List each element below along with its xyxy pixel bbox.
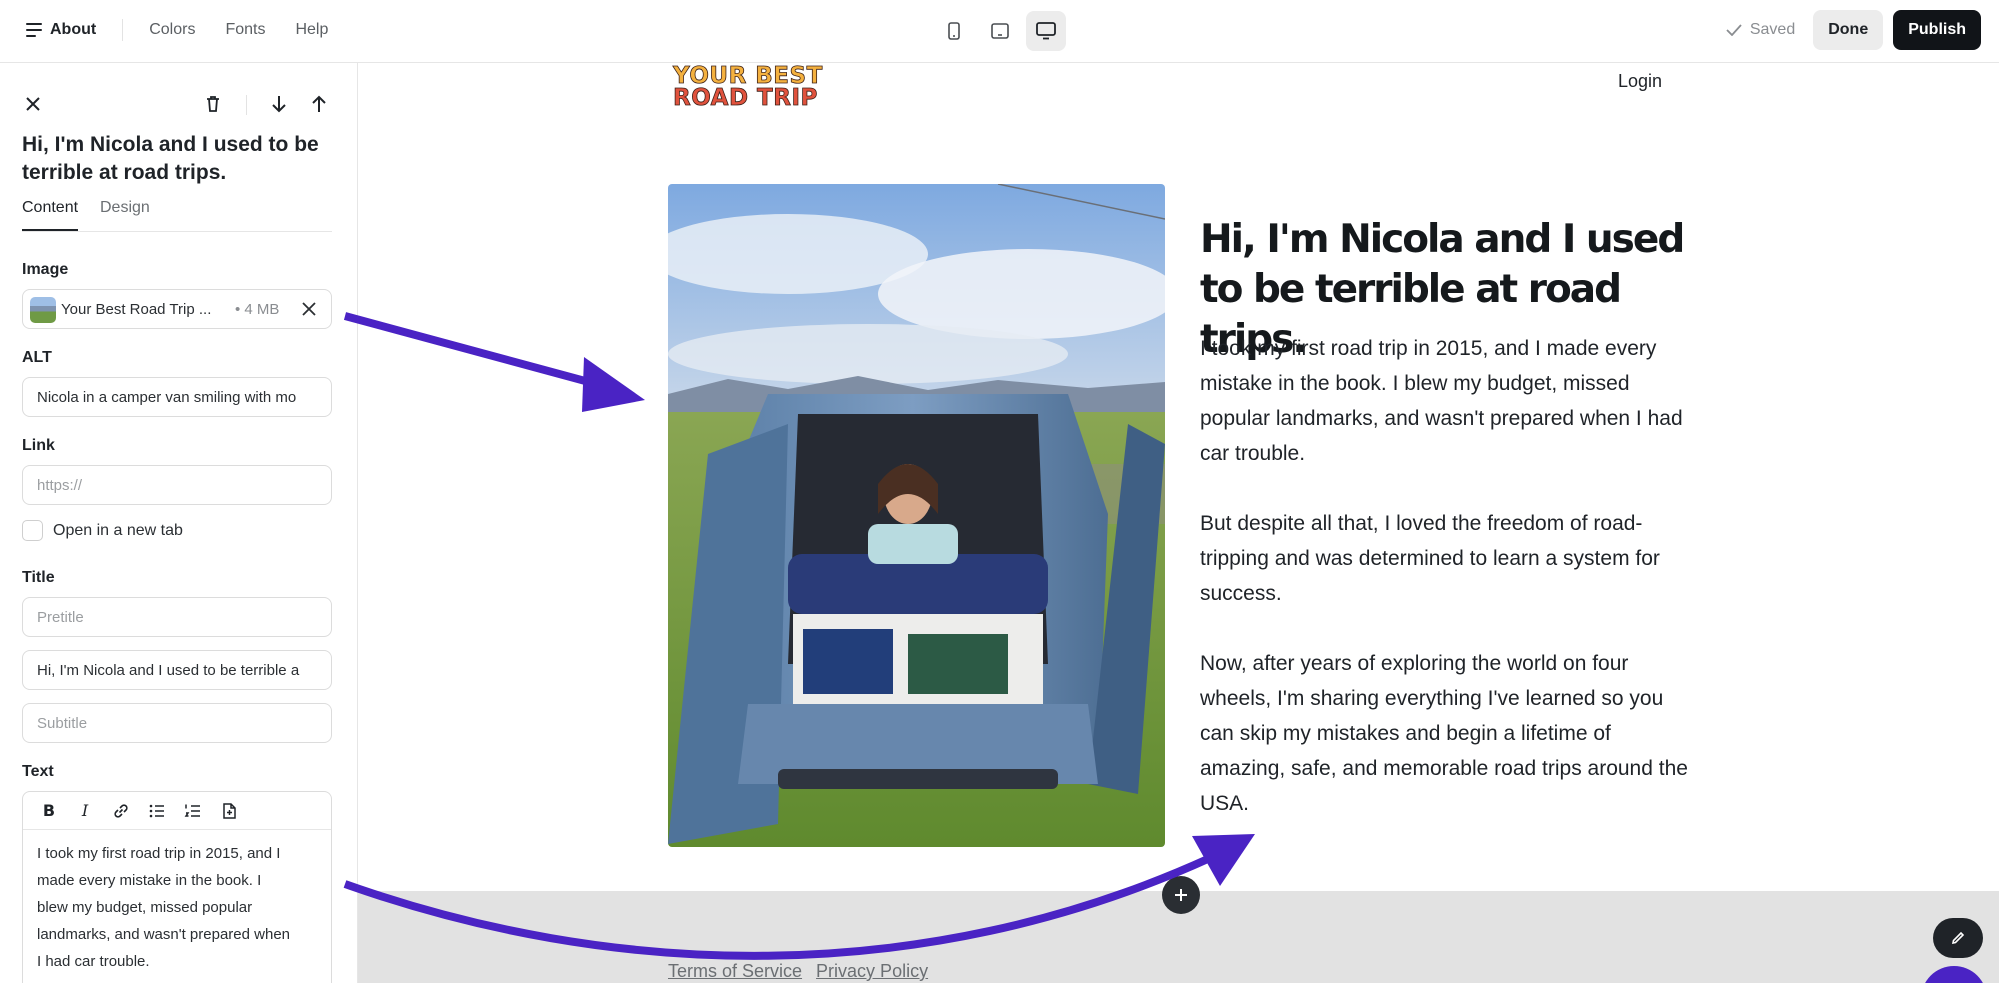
hero-paragraph: I took my first road trip in 2015, and I… (1200, 337, 1683, 465)
italic-icon[interactable]: I (75, 801, 95, 821)
link-icon[interactable] (111, 801, 131, 821)
trash-icon (207, 96, 219, 112)
hero-image[interactable] (668, 184, 1165, 847)
panel-actions (22, 93, 336, 117)
plus-icon (1175, 889, 1187, 901)
logo-line-2: ROAD TRIP (673, 85, 818, 111)
app-window: About Colors Fonts Help Saved Done Publi… (0, 0, 1999, 983)
nav-colors[interactable]: Colors (149, 21, 195, 39)
nav-help[interactable]: Help (295, 21, 328, 39)
image-field[interactable]: Your Best Road Trip ... • 4 MB (22, 289, 332, 329)
divider (122, 19, 124, 41)
hero-text[interactable]: I took my first road trip in 2015, and I… (1200, 331, 1700, 856)
check-icon (1726, 24, 1742, 36)
image-label: Image (22, 261, 69, 278)
page-menu-label: About (50, 21, 97, 38)
title-input[interactable]: Hi, I'm Nicola and I used to be terrible… (22, 650, 332, 690)
tab-content[interactable]: Content (22, 199, 79, 231)
device-switcher (934, 11, 1066, 51)
subtitle-placeholder: Subtitle (37, 715, 88, 732)
divider (246, 95, 247, 115)
terms-of-service-link[interactable]: Terms of Service (668, 961, 802, 982)
save-status: Saved (1726, 21, 1795, 39)
privacy-policy-link[interactable]: Privacy Policy (816, 961, 928, 982)
logo-line-1: YOUR BEST (673, 63, 823, 89)
link-label: Link (22, 437, 55, 454)
add-section-button[interactable] (1162, 876, 1200, 914)
text-line: blew my budget, missed popular (37, 899, 253, 916)
phone-icon (948, 22, 960, 40)
panel-tabs: Content Design (22, 199, 332, 232)
close-panel-button[interactable] (22, 93, 44, 120)
text-line: made every mistake in the book. I (37, 872, 262, 889)
delete-section-button[interactable] (202, 93, 224, 120)
open-new-tab-option[interactable]: Open in a new tab (22, 520, 183, 541)
close-icon (302, 302, 316, 316)
phone-preview-button[interactable] (934, 11, 974, 51)
link-input[interactable]: https:// (22, 465, 332, 505)
top-bar: About Colors Fonts Help Saved Done Publi… (0, 0, 1999, 63)
numbered-list-icon[interactable] (183, 801, 203, 821)
site-logo[interactable]: YOUR BEST ROAD TRIP (673, 63, 823, 111)
text-line: landmarks, and wasn't prepared when (37, 926, 291, 943)
insert-file-icon[interactable] (219, 801, 239, 821)
desktop-preview-button[interactable] (1026, 11, 1066, 51)
desktop-icon (1036, 22, 1056, 40)
text-line: I took my first road trip in 2015, and I (37, 845, 281, 862)
link-input-placeholder: https:// (37, 477, 83, 494)
move-down-button[interactable] (268, 93, 290, 120)
section-editor-panel: Hi, I'm Nicola and I used to be terrible… (0, 63, 358, 983)
saved-label: Saved (1749, 21, 1796, 38)
tablet-preview-button[interactable] (980, 11, 1020, 51)
alt-input-value: Nicola in a camper van smiling with mo (37, 389, 297, 406)
image-file-size: • 4 MB (235, 301, 280, 318)
alt-label: ALT (22, 349, 52, 366)
close-icon (26, 97, 40, 111)
tablet-icon (991, 23, 1009, 39)
text-label: Text (22, 763, 54, 780)
text-editor-toolbar: B I (23, 792, 331, 830)
open-new-tab-label: Open in a new tab (53, 521, 183, 539)
done-button[interactable]: Done (1813, 10, 1884, 50)
text-line: I had car trouble. (37, 953, 150, 970)
pretitle-input[interactable]: Pretitle (22, 597, 332, 637)
title-label: Title (22, 569, 55, 586)
alt-input[interactable]: Nicola in a camper van smiling with mo (22, 377, 332, 417)
hero-paragraph: But despite all that, I loved the freedo… (1200, 512, 1660, 605)
pencil-icon (1951, 931, 1965, 945)
page-preview-canvas: YOUR BEST ROAD TRIP Login Hi, I'm Nicola… (358, 63, 1999, 983)
login-link[interactable]: Login (1618, 71, 1662, 92)
publish-button[interactable]: Publish (1893, 10, 1981, 50)
hamburger-icon (26, 23, 42, 37)
hero-paragraph: Now, after years of exploring the world … (1200, 652, 1688, 815)
subtitle-input[interactable]: Subtitle (22, 703, 332, 743)
nav-fonts[interactable]: Fonts (225, 21, 265, 39)
panel-title: Hi, I'm Nicola and I used to be terrible… (22, 133, 319, 184)
edit-button[interactable] (1933, 918, 1983, 958)
text-editor[interactable]: B I I took my first road trip in 2015, a… (22, 791, 332, 983)
bold-icon[interactable]: B (39, 801, 59, 821)
bulleted-list-icon[interactable] (147, 801, 167, 821)
tab-design[interactable]: Design (100, 199, 150, 217)
pretitle-placeholder: Pretitle (37, 609, 84, 626)
arrow-up-icon (312, 95, 326, 112)
image-file-name: Your Best Road Trip ... (61, 301, 212, 318)
open-new-tab-checkbox[interactable] (22, 520, 43, 541)
page-menu-button[interactable]: About (26, 21, 96, 39)
image-thumbnail (30, 297, 56, 323)
text-editor-content[interactable]: I took my first road trip in 2015, and I… (23, 830, 331, 983)
remove-image-button[interactable] (299, 299, 319, 324)
move-up-button[interactable] (308, 93, 330, 120)
arrow-down-icon (272, 96, 286, 113)
title-input-value: Hi, I'm Nicola and I used to be terrible… (37, 662, 300, 679)
